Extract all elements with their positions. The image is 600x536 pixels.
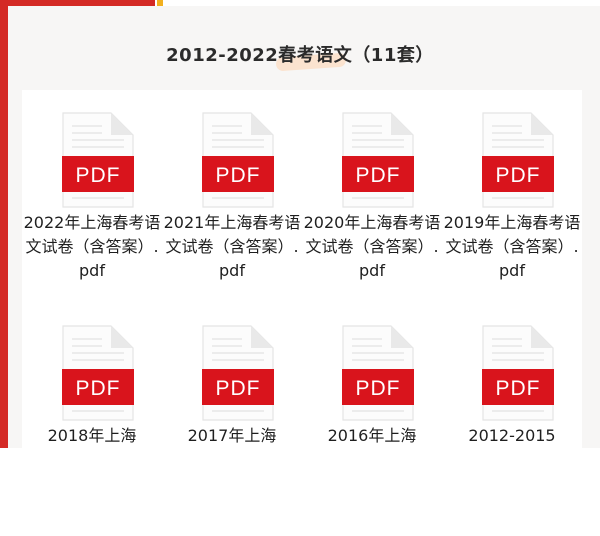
file-name: 2019年上海春考语文试卷（含答案）.pdf: [443, 213, 581, 280]
pdf-label: PDF: [216, 377, 261, 400]
file-item[interactable]: PDF 2018年上海: [22, 323, 162, 536]
file-item[interactable]: PDF 2016年上海: [302, 323, 442, 536]
pdf-label: PDF: [76, 164, 121, 187]
pdf-label: PDF: [496, 377, 541, 400]
pdf-label: PDF: [496, 164, 541, 187]
pdf-label: PDF: [356, 164, 401, 187]
file-grid: PDF 2022年上海春考语文试卷（含答案）.pdf PDF 2021年上海春考…: [22, 110, 582, 536]
pdf-file-icon: PDF: [202, 112, 274, 208]
pdf-label: PDF: [356, 377, 401, 400]
file-item[interactable]: PDF 2021年上海春考语文试卷（含答案）.pdf: [162, 110, 302, 323]
file-item[interactable]: PDF 2020年上海春考语文试卷（含答案）.pdf: [302, 110, 442, 323]
pdf-file-icon: PDF: [342, 112, 414, 208]
file-item[interactable]: PDF 2019年上海春考语文试卷（含答案）.pdf: [442, 110, 582, 323]
file-item[interactable]: PDF 2012-2015: [442, 323, 582, 536]
pdf-file-icon: PDF: [62, 325, 134, 421]
pdf-label: PDF: [76, 377, 121, 400]
file-name: 2012-2015: [468, 426, 556, 445]
pdf-file-icon: PDF: [342, 325, 414, 421]
pdf-file-icon: PDF: [482, 112, 554, 208]
file-item[interactable]: PDF 2017年上海: [162, 323, 302, 536]
file-list-card: PDF 2022年上海春考语文试卷（含答案）.pdf PDF 2021年上海春考…: [22, 90, 582, 448]
pdf-label: PDF: [216, 164, 261, 187]
file-item[interactable]: PDF 2022年上海春考语文试卷（含答案）.pdf: [22, 110, 162, 323]
section-header: 2012-2022春考语文（11套）: [0, 40, 600, 72]
file-name: 2022年上海春考语文试卷（含答案）.pdf: [23, 213, 161, 280]
file-name: 2020年上海春考语文试卷（含答案）.pdf: [303, 213, 441, 280]
pdf-file-icon: PDF: [62, 112, 134, 208]
file-name: 2018年上海: [47, 426, 137, 445]
pdf-file-icon: PDF: [202, 325, 274, 421]
file-name: 2021年上海春考语文试卷（含答案）.pdf: [163, 213, 301, 280]
file-name: 2017年上海: [187, 426, 277, 445]
section-title: 2012-2022春考语文（11套）: [166, 45, 434, 66]
pdf-file-icon: PDF: [482, 325, 554, 421]
file-name: 2016年上海: [327, 426, 417, 445]
